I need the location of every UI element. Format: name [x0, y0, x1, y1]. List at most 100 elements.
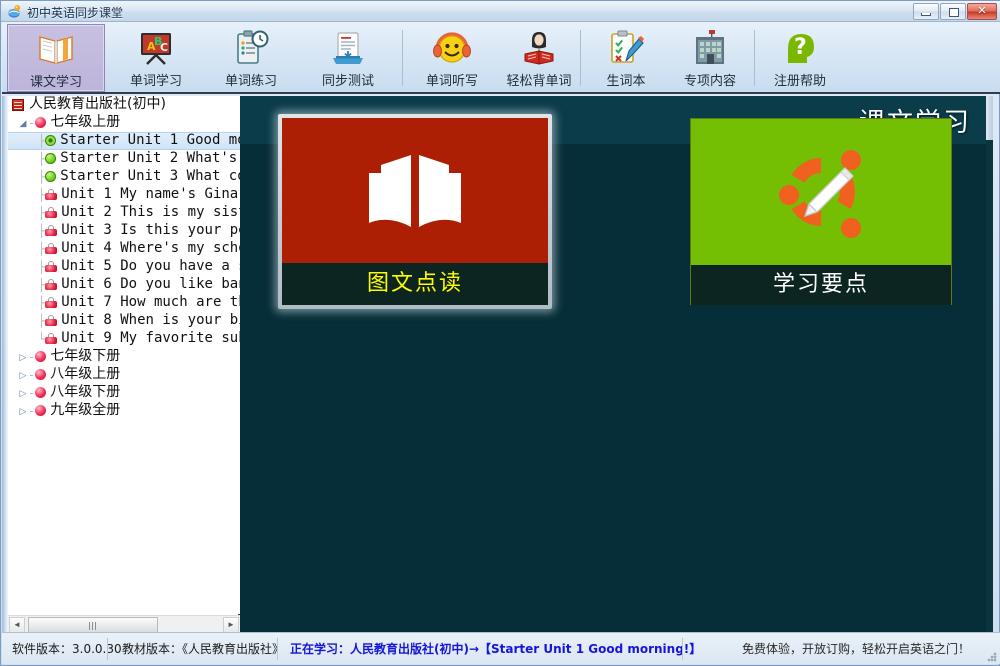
- toolbar-separator: [402, 30, 403, 86]
- toolbar-item-zhuanxiang-neirong[interactable]: 专项内容: [670, 24, 750, 92]
- toolbar-item-zhuce-bangzhu[interactable]: ? 注册帮助: [760, 24, 840, 92]
- tree-node-label: 八年级下册: [50, 384, 120, 400]
- tree-node-grade-0[interactable]: ◢-七年级上册: [8, 114, 240, 132]
- toolbar-separator: [754, 30, 755, 86]
- tree-node-label: Unit 9 My favorite subj: [61, 330, 240, 346]
- status-separator: [107, 638, 108, 660]
- tree-node-publisher[interactable]: 人民教育出版社(初中): [8, 96, 240, 114]
- maximize-icon: [949, 8, 959, 17]
- tree-node-label: Starter Unit 3 What col: [60, 168, 240, 184]
- unit-status-free-icon: [45, 135, 56, 146]
- scrollbar-grip: [89, 622, 97, 630]
- svg-text:?: ?: [794, 35, 807, 60]
- tree-node-unit-2[interactable]: ├Starter Unit 3 What col: [8, 168, 240, 186]
- grade-bullet-icon: [35, 405, 46, 416]
- expand-triangle-icon[interactable]: ▷: [18, 385, 28, 403]
- toolbar-item-danci-tingxie[interactable]: 单词听写: [408, 24, 496, 92]
- tree-node-unit-11[interactable]: └Unit 9 My favorite subj: [8, 330, 240, 348]
- tree-node-label: Unit 6 Do you like bana: [61, 276, 240, 292]
- tree-node-grade-4[interactable]: ▷-九年级全册: [8, 402, 240, 420]
- tree-node-label: Unit 1 My name's Gina.: [61, 186, 240, 202]
- tree-node-unit-4[interactable]: ├Unit 2 This is my siste: [8, 204, 240, 222]
- status-separator: [682, 638, 683, 660]
- toolbar-item-shengciben[interactable]: 生词本: [586, 24, 666, 92]
- unit-status-locked-icon: [45, 225, 57, 236]
- content-vertical-scrollbar[interactable]: [986, 96, 993, 634]
- toolbar-label: 生词本: [606, 70, 645, 89]
- card-label: 图文点读: [282, 263, 548, 305]
- tree-node-unit-9[interactable]: ├Unit 7 How much are the: [8, 294, 240, 312]
- tree-node-unit-8[interactable]: ├Unit 6 Do you like bana: [8, 276, 240, 294]
- status-current-learning: 正在学习：人民教育出版社(初中)→【Starter Unit 1 Good mo…: [290, 637, 701, 661]
- tree-node-grade-3[interactable]: ▷-八年级下册: [8, 384, 240, 402]
- tree-node-label: Unit 2 This is my siste: [61, 204, 240, 220]
- tree-node-label: 人民教育出版社(初中): [29, 96, 166, 112]
- tree-node-unit-10[interactable]: ├Unit 8 When is your bir: [8, 312, 240, 330]
- tree-node-label: Unit 7 How much are the: [61, 294, 240, 310]
- resize-grip-icon[interactable]: [987, 652, 997, 662]
- card-tuwen-diandu[interactable]: 图文点读: [278, 114, 552, 309]
- unit-status-locked-icon: [45, 315, 57, 326]
- unit-status-locked-icon: [45, 261, 57, 272]
- status-promo: 免费体验，开放订购，轻松开启英语之门！: [742, 637, 970, 661]
- tree-node-label: Starter Unit 1 Good mor: [60, 132, 240, 148]
- tree-node-label: 七年级上册: [50, 114, 120, 130]
- tree-node-unit-5[interactable]: ├Unit 3 Is this your per: [8, 222, 240, 240]
- tree-node-label: 七年级下册: [50, 348, 120, 364]
- scrollbar-thumb[interactable]: [28, 617, 158, 633]
- toolbar-item-qingsong-beidanci[interactable]: 轻松背单词: [491, 24, 587, 92]
- card-image: [691, 119, 951, 265]
- tree-node-unit-3[interactable]: ├Unit 1 My name's Gina.: [8, 186, 240, 204]
- tree-node-unit-1[interactable]: ├Starter Unit 2 What's t: [8, 150, 240, 168]
- grade-bullet-icon: [35, 387, 46, 398]
- blackboard-abc-icon: A B C: [135, 27, 177, 69]
- tree-node-unit-7[interactable]: ├Unit 5 Do you have a so: [8, 258, 240, 276]
- toolbar-label: 单词学习: [130, 70, 182, 89]
- app-icon: [7, 4, 22, 19]
- toolbar-item-tongbu-ceshi[interactable]: 同步测试: [304, 24, 392, 92]
- expand-triangle-icon[interactable]: ▷: [18, 349, 28, 367]
- toolbar-label: 注册帮助: [774, 70, 826, 89]
- expand-triangle-icon[interactable]: ▷: [18, 403, 28, 421]
- laptop-test-icon: [327, 27, 369, 69]
- tree-node-label: Unit 5 Do you have a so: [61, 258, 240, 274]
- title-bar: 初中英语同步课堂 ✕: [1, 1, 1000, 22]
- building-icon: [689, 27, 731, 69]
- tree-node-unit-6[interactable]: ├Unit 4 Where's my schoo: [8, 240, 240, 258]
- grade-bullet-icon: [35, 117, 46, 128]
- toolbar-label: 轻松背单词: [506, 70, 571, 89]
- tree-node-label: Unit 3 Is this your per: [61, 222, 240, 238]
- tree-node-label: Unit 8 When is your bir: [61, 312, 240, 328]
- close-button[interactable]: ✕: [967, 3, 997, 20]
- svg-text:C: C: [160, 41, 168, 54]
- tree-node-unit-0[interactable]: ├Starter Unit 1 Good mor: [8, 132, 240, 150]
- unit-status-locked-icon: [45, 243, 57, 254]
- toolbar-separator: [580, 30, 581, 86]
- application-window: 初中英语同步课堂 ✕ 课文学习: [0, 0, 1000, 666]
- status-software-version: 软件版本：3.0.0.30: [12, 637, 122, 661]
- scroll-right-icon[interactable]: ►: [223, 617, 239, 633]
- sidebar-panel: 人民教育出版社(初中) ◢-七年级上册 ├Starter Unit 1 Good…: [2, 96, 240, 634]
- toolbar-label: 单词练习: [225, 70, 277, 89]
- head-question-icon: ?: [779, 27, 821, 69]
- expand-triangle-icon[interactable]: ▷: [18, 367, 28, 385]
- maximize-button[interactable]: [940, 3, 966, 20]
- toolbar-item-danci-lianxi[interactable]: 单词练习: [207, 24, 295, 92]
- minimize-button[interactable]: [913, 3, 939, 20]
- content-panel: 课文学习 图文点读: [240, 96, 993, 634]
- tree-node-grade-2[interactable]: ▷-八年级上册: [8, 366, 240, 384]
- open-book-icon: [35, 28, 77, 70]
- tree-node-grade-1[interactable]: ▷-七年级下册: [8, 348, 240, 366]
- open-book-icon: [359, 143, 471, 239]
- main-toolbar: 课文学习 A B C 单词学习: [2, 22, 1000, 94]
- card-xuexi-yaodian[interactable]: 学习要点: [690, 118, 952, 305]
- unit-status-free-icon: [45, 153, 56, 164]
- toolbar-item-kewen-xuexi[interactable]: 课文学习: [7, 24, 105, 92]
- toolbar-label: 单词听写: [426, 70, 478, 89]
- collapse-triangle-icon[interactable]: ◢: [18, 115, 28, 133]
- toolbar-label: 专项内容: [684, 70, 736, 89]
- textbook-tree[interactable]: 人民教育出版社(初中) ◢-七年级上册 ├Starter Unit 1 Good…: [8, 96, 240, 614]
- scrollbar-thumb[interactable]: [986, 96, 993, 140]
- toolbar-item-danci-xuexi[interactable]: A B C 单词学习: [112, 24, 200, 92]
- scroll-left-icon[interactable]: ◄: [9, 617, 25, 633]
